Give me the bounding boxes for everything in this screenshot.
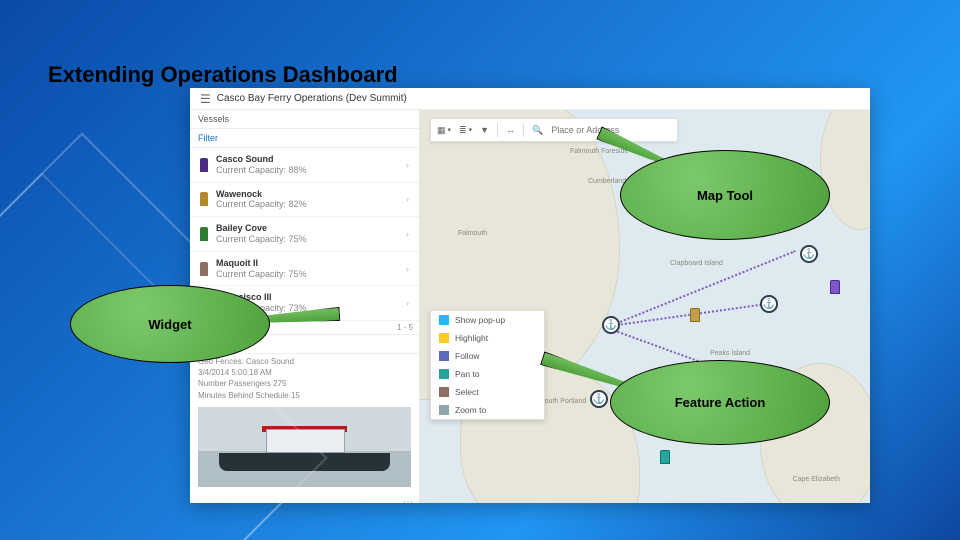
map-place-label: Falmouth Foreside <box>570 148 628 155</box>
vessel-text: Bailey CoveCurrent Capacity: 75% <box>216 223 307 245</box>
layers-button[interactable]: ≣▾ <box>459 125 472 136</box>
anchor-icon[interactable]: ⚓ <box>760 295 778 313</box>
feature-action-item[interactable]: Pan to <box>431 365 544 383</box>
feature-action-item[interactable]: Select <box>431 383 544 401</box>
feature-action-label: Pan to <box>455 369 480 379</box>
vessel-text: Casco SoundCurrent Capacity: 88% <box>216 154 307 176</box>
feature-action-icon <box>439 333 449 343</box>
chevron-right-icon: › <box>406 264 409 274</box>
vessel-marker[interactable] <box>830 280 840 294</box>
vessel-text: WawenockCurrent Capacity: 82% <box>216 189 307 211</box>
details-row-1: Minutes Behind Schedule 15 <box>198 390 411 401</box>
vessel-icon <box>200 192 208 206</box>
vessel-name: Wawenock <box>216 189 307 200</box>
bookmarks-button[interactable]: ▼ <box>480 125 489 135</box>
vessel-icon <box>200 262 208 276</box>
basemap-button[interactable]: ▦▾ <box>437 125 451 136</box>
dashboard-title: Casco Bay Ferry Operations (Dev Summit) <box>217 93 407 104</box>
callout-widget: Widget <box>70 285 270 363</box>
feature-action-label: Select <box>455 387 479 397</box>
chevron-right-icon: › <box>406 229 409 239</box>
details-time: 3/4/2014 5:00:18 AM <box>198 367 411 378</box>
feature-action-item[interactable]: Follow <box>431 347 544 365</box>
callout-map-tool: Map Tool <box>620 150 830 240</box>
vessel-capacity: Current Capacity: 75% <box>216 234 307 245</box>
vessel-name: Maquoit II <box>216 258 307 269</box>
vessel-name: Bailey Cove <box>216 223 307 234</box>
details-rows: Geo Fences: Casco Sound 3/4/2014 5:00:18… <box>190 354 419 403</box>
map-place-label: Clapboard Island <box>670 260 723 267</box>
chevron-right-icon: › <box>406 194 409 204</box>
vessel-name: Casco Sound <box>216 154 307 165</box>
chevron-right-icon: › <box>406 160 409 170</box>
callout-widget-label: Widget <box>148 317 191 332</box>
map-place-label: Cape Elizabeth <box>793 476 840 483</box>
callout-map-tool-label: Map Tool <box>697 188 753 203</box>
anchor-icon[interactable]: ⚓ <box>800 245 818 263</box>
feature-action-icon <box>439 315 449 325</box>
map-toolbar: ▦▾ ≣▾ ▼ ↔ 🔍 <box>430 118 678 142</box>
feature-action-label: Zoom to <box>455 405 486 415</box>
vessel-list-item[interactable]: WawenockCurrent Capacity: 82% › <box>190 183 419 218</box>
map-place-label: Peaks Island <box>710 350 750 357</box>
feature-action-popup: Show pop-up Highlight Follow Pan to Select Zo… <box>430 310 545 420</box>
search-icon: 🔍 <box>532 125 543 136</box>
vessel-text: Maquoit IICurrent Capacity: 75% <box>216 258 307 280</box>
feature-action-item[interactable]: Show pop-up <box>431 311 544 329</box>
dashboard-titlebar: ☰ Casco Bay Ferry Operations (Dev Summit… <box>190 88 870 110</box>
vessel-icon <box>200 227 208 241</box>
ferry-photo <box>198 407 411 487</box>
details-footer: ⋯ <box>190 495 419 510</box>
feature-action-label: Follow <box>455 351 480 361</box>
map-place-label: Falmouth <box>458 230 487 237</box>
measure-button[interactable]: ↔ <box>506 125 515 135</box>
feature-action-item[interactable]: Zoom to <box>431 401 544 419</box>
vessel-marker[interactable] <box>690 308 700 322</box>
details-panel: Details Geo Fences: Casco Sound 3/4/2014… <box>190 335 419 503</box>
anchor-icon[interactable]: ⚓ <box>602 316 620 334</box>
panel-header: Vessels <box>190 110 419 129</box>
map-place-label: South Portland <box>540 398 586 405</box>
feature-action-icon <box>439 387 449 397</box>
filter-label: Filter <box>198 133 218 143</box>
toolbar-separator <box>497 123 498 137</box>
feature-action-icon <box>439 351 449 361</box>
vessel-capacity: Current Capacity: 75% <box>216 269 307 280</box>
toolbar-separator <box>523 123 524 137</box>
details-geofence: Geo Fences: Casco Sound <box>198 356 411 367</box>
hamburger-icon[interactable]: ☰ <box>200 92 211 106</box>
pager-text: 1 - 5 <box>397 323 413 332</box>
feature-action-icon <box>439 369 449 379</box>
ellipsis-icon[interactable]: ⋯ <box>403 497 413 508</box>
feature-action-label: Show pop-up <box>455 315 505 325</box>
ferry-roof <box>262 426 347 432</box>
vessel-list-item[interactable]: Casco SoundCurrent Capacity: 88% › <box>190 148 419 183</box>
vessel-list-item[interactable]: Maquoit IICurrent Capacity: 75% › <box>190 252 419 287</box>
feature-action-icon <box>439 405 449 415</box>
map-land <box>820 110 870 230</box>
dashboard-window: ☰ Casco Bay Ferry Operations (Dev Summit… <box>190 88 870 503</box>
slide-title: Extending Operations Dashboard <box>48 62 398 88</box>
details-row-0: Number Passengers 275 <box>198 378 411 389</box>
vessel-capacity: Current Capacity: 82% <box>216 199 307 210</box>
callout-feature-action-label: Feature Action <box>675 395 766 410</box>
chevron-right-icon: › <box>406 298 409 308</box>
callout-feature-action: Feature Action <box>610 360 830 445</box>
feature-action-label: Highlight <box>455 333 488 343</box>
feature-action-item[interactable]: Highlight <box>431 329 544 347</box>
vessel-list-item[interactable]: Bailey CoveCurrent Capacity: 75% › <box>190 217 419 252</box>
anchor-icon[interactable]: ⚓ <box>590 390 608 408</box>
vessel-capacity: Current Capacity: 88% <box>216 165 307 176</box>
filter-row[interactable]: Filter <box>190 129 419 148</box>
vessel-marker[interactable] <box>660 450 670 464</box>
vessel-icon <box>200 158 208 172</box>
